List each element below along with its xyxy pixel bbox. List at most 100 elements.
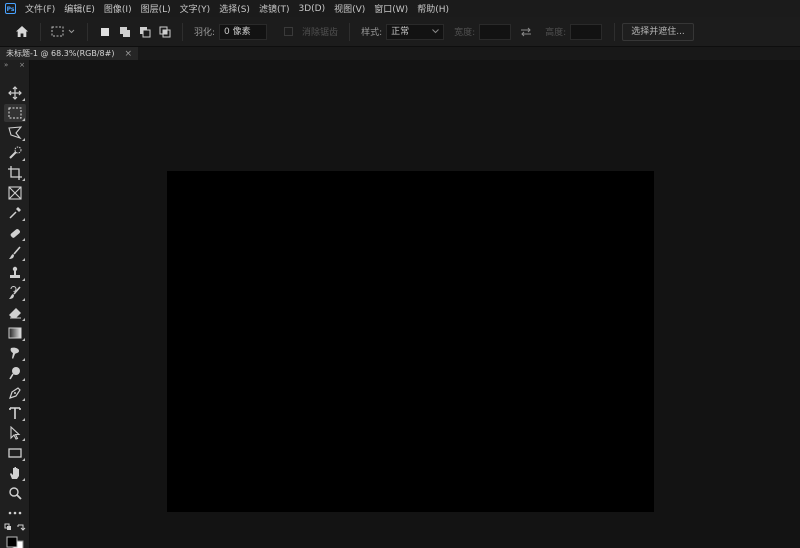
menu-select[interactable]: 选择(S) bbox=[219, 2, 250, 15]
tool-group-indicator bbox=[22, 398, 25, 401]
crop-tool[interactable] bbox=[4, 164, 26, 182]
eraser-icon bbox=[9, 308, 21, 319]
intersect-selection-button[interactable] bbox=[158, 25, 172, 39]
eyedropper-tool[interactable] bbox=[4, 204, 26, 222]
lasso-tool[interactable] bbox=[4, 124, 26, 142]
rectangle-tool[interactable] bbox=[4, 444, 26, 462]
tool-group-indicator bbox=[22, 98, 25, 101]
menu-layer[interactable]: 图层(L) bbox=[141, 2, 171, 15]
healing-brush-tool[interactable] bbox=[4, 224, 26, 242]
height-input[interactable] bbox=[570, 23, 603, 40]
more-tools-icon bbox=[8, 511, 22, 515]
tool-group-indicator bbox=[22, 458, 25, 461]
tool-group-indicator bbox=[22, 358, 25, 361]
close-tab-icon[interactable]: × bbox=[124, 49, 132, 59]
foreground-background-swatch[interactable] bbox=[4, 536, 26, 548]
style-label: 样式: bbox=[361, 28, 383, 38]
antialias-checkbox[interactable] bbox=[281, 25, 295, 39]
tool-group-indicator bbox=[22, 258, 25, 261]
photoshop-logo-icon[interactable]: Ps bbox=[5, 3, 16, 14]
feather-input[interactable]: 0 像素 bbox=[219, 23, 268, 40]
polygonal-lasso-icon bbox=[8, 126, 22, 140]
default-swap-colors-icon[interactable] bbox=[4, 523, 26, 533]
tool-group-indicator bbox=[22, 138, 25, 141]
pen-tool[interactable] bbox=[4, 384, 26, 402]
marquee-icon bbox=[8, 107, 22, 119]
gradient-icon bbox=[8, 327, 22, 339]
path-selection-tool[interactable] bbox=[4, 424, 26, 442]
checkbox-icon bbox=[283, 27, 293, 36]
smudge-tool[interactable] bbox=[4, 344, 26, 362]
subtract-selection-icon bbox=[140, 26, 151, 37]
subtract-from-selection-button[interactable] bbox=[138, 25, 152, 39]
menu-window[interactable]: 窗口(W) bbox=[374, 2, 408, 15]
divider bbox=[614, 22, 616, 41]
width-input[interactable] bbox=[479, 23, 512, 40]
history-brush-tool[interactable] bbox=[4, 284, 26, 302]
eraser-tool[interactable] bbox=[4, 304, 26, 322]
hand-tool[interactable] bbox=[4, 464, 26, 482]
style-value: 正常 bbox=[391, 26, 410, 37]
smudge-icon bbox=[10, 347, 19, 359]
dodge-tool[interactable] bbox=[4, 364, 26, 382]
menu-3d[interactable]: 3D(D) bbox=[298, 4, 325, 14]
frame-icon bbox=[8, 186, 22, 200]
divider bbox=[349, 22, 351, 41]
brush-icon bbox=[9, 246, 21, 259]
gradient-tool[interactable] bbox=[4, 324, 26, 342]
new-selection-icon bbox=[101, 27, 109, 36]
menu-view[interactable]: 视图(V) bbox=[334, 2, 365, 15]
zoom-tool[interactable] bbox=[4, 484, 26, 502]
tool-group-indicator bbox=[22, 438, 25, 441]
expand-panel-icon[interactable]: » bbox=[4, 61, 8, 69]
menu-type[interactable]: 文字(Y) bbox=[180, 2, 211, 15]
add-to-selection-button[interactable] bbox=[118, 25, 132, 39]
width-label: 宽度: bbox=[454, 28, 476, 38]
stamp-icon bbox=[10, 266, 20, 278]
antialias-label: 消除锯齿 bbox=[302, 28, 339, 38]
color-swatch-icon bbox=[6, 536, 24, 548]
type-icon bbox=[9, 407, 21, 419]
tools-panel: » × bbox=[0, 60, 30, 548]
menu-file[interactable]: 文件(F) bbox=[25, 2, 55, 15]
select-and-mask-button[interactable]: 选择并遮住... bbox=[622, 22, 694, 41]
dodge-icon bbox=[9, 367, 20, 380]
frame-tool[interactable] bbox=[4, 184, 26, 202]
move-tool[interactable] bbox=[4, 84, 26, 102]
divider bbox=[182, 22, 183, 41]
divider bbox=[87, 22, 88, 41]
quick-selection-tool[interactable] bbox=[4, 144, 26, 162]
history-brush-icon bbox=[9, 286, 21, 299]
menu-filter[interactable]: 滤镜(T) bbox=[259, 2, 290, 15]
bandage-icon bbox=[10, 229, 20, 238]
type-tool[interactable] bbox=[4, 404, 26, 422]
home-icon bbox=[16, 26, 28, 37]
hand-icon bbox=[10, 467, 19, 479]
document-tab[interactable]: 未标题-1 @ 68.3%(RGB/8#) × bbox=[0, 47, 138, 60]
color-controls bbox=[4, 522, 26, 534]
home-button[interactable] bbox=[11, 21, 33, 43]
pen-icon bbox=[9, 387, 21, 399]
rectangular-marquee-tool[interactable] bbox=[4, 104, 26, 122]
tool-group-indicator bbox=[22, 318, 25, 321]
style-select[interactable]: 正常 bbox=[386, 23, 445, 40]
document-tab-bar: 未标题-1 @ 68.3%(RGB/8#) × bbox=[0, 47, 800, 60]
document-tab-title: 未标题-1 @ 68.3%(RGB/8#) bbox=[6, 49, 115, 58]
close-panel-icon[interactable]: × bbox=[19, 61, 25, 69]
swap-icon bbox=[521, 27, 532, 36]
new-selection-button[interactable] bbox=[98, 25, 112, 39]
menu-edit[interactable]: 编辑(E) bbox=[64, 2, 95, 15]
move-icon bbox=[8, 86, 22, 100]
tool-group-indicator bbox=[22, 378, 25, 381]
chevron-down-icon bbox=[432, 29, 439, 34]
document-canvas[interactable] bbox=[167, 171, 654, 512]
edit-toolbar-button[interactable] bbox=[4, 504, 26, 522]
tool-group-indicator bbox=[22, 298, 25, 301]
clone-stamp-tool[interactable] bbox=[4, 264, 26, 282]
brush-tool[interactable] bbox=[4, 244, 26, 262]
swap-width-height-button[interactable] bbox=[519, 25, 533, 39]
menu-image[interactable]: 图像(I) bbox=[104, 2, 132, 15]
marquee-preset-button[interactable] bbox=[51, 25, 77, 39]
menu-help[interactable]: 帮助(H) bbox=[417, 2, 449, 15]
tools-panel-header: » × bbox=[0, 60, 29, 70]
